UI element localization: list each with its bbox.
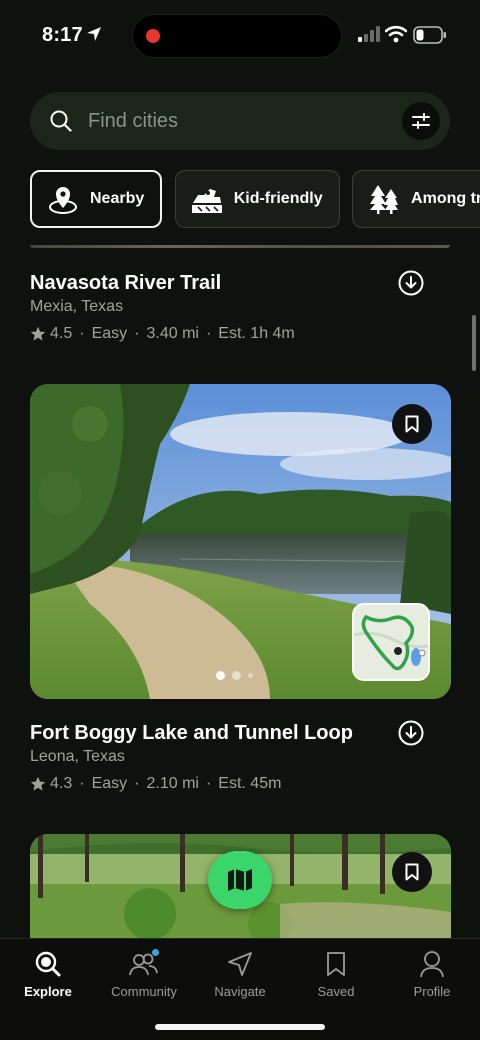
- trail-location: Mexia, Texas: [30, 298, 124, 315]
- tab-profile[interactable]: Profile: [384, 949, 480, 999]
- trail-location: Leona, Texas: [30, 748, 125, 765]
- bookmark-icon: [405, 415, 419, 433]
- map-route-icon: [354, 605, 428, 679]
- trail-stats: 4.5 · Easy · 3.40 mi · Est. 1h 4m: [30, 325, 295, 343]
- download-icon[interactable]: [398, 720, 424, 746]
- map-view-button[interactable]: [208, 851, 272, 909]
- scroll-indicator[interactable]: [472, 315, 476, 371]
- trail-stats: 4.3 · Easy · 2.10 mi · Est. 45m: [30, 775, 281, 793]
- trail-duration: Est. 45m: [218, 775, 282, 792]
- trees-icon: [367, 182, 401, 216]
- chip-among-trees[interactable]: Among tre: [352, 170, 480, 228]
- separator: ·: [79, 775, 85, 792]
- chip-kid-friendly[interactable]: Kid-friendly: [174, 170, 340, 228]
- tab-label: Navigate: [214, 984, 266, 999]
- navigate-icon: [228, 952, 252, 976]
- home-indicator[interactable]: [155, 1024, 325, 1030]
- tab-explore[interactable]: Explore: [0, 949, 96, 999]
- carousel-page-indicator: [216, 671, 260, 680]
- tab-label: Explore: [24, 984, 72, 999]
- tab-label: Profile: [413, 984, 451, 999]
- cellular-signal-icon: [358, 26, 380, 42]
- status-bar: 8:17: [0, 0, 480, 72]
- bookmark-button[interactable]: [392, 404, 432, 444]
- wifi-icon: [385, 25, 407, 43]
- star-icon: [30, 776, 46, 791]
- trail-photo-carousel[interactable]: [30, 384, 451, 699]
- search-icon: [50, 110, 72, 132]
- tab-label: Community: [111, 984, 177, 999]
- tab-saved[interactable]: Saved: [288, 949, 384, 999]
- tab-community[interactable]: Community: [96, 949, 192, 999]
- recording-indicator-icon: [146, 29, 160, 43]
- trail-distance: 3.40 mi: [146, 325, 199, 342]
- previous-card-photo-edge: [30, 245, 450, 248]
- bookmark-icon: [405, 863, 419, 881]
- bookmark-button[interactable]: [392, 852, 432, 892]
- separator: ·: [205, 775, 212, 792]
- trail-rating: 4.3: [50, 775, 73, 792]
- map-icon: [228, 869, 252, 891]
- trail-name[interactable]: Fort Boggy Lake and Tunnel Loop: [30, 722, 353, 745]
- trail-difficulty: Easy: [91, 775, 128, 792]
- chip-label: Kid-friendly: [233, 190, 323, 207]
- separator: ·: [134, 325, 140, 342]
- trail-map-thumbnail[interactable]: [352, 603, 430, 681]
- separator: ·: [134, 775, 140, 792]
- separator: ·: [79, 325, 85, 342]
- separator: ·: [205, 325, 212, 342]
- trail-distance: 2.10 mi: [146, 775, 199, 792]
- chip-label: Nearby: [90, 190, 145, 207]
- stroller-icon: [190, 182, 224, 216]
- tab-label: Saved: [317, 984, 355, 999]
- tab-navigate[interactable]: Navigate: [192, 949, 288, 999]
- status-time: 8:17: [42, 24, 83, 46]
- filter-chips: Nearby Kid-friendly Among tre: [30, 170, 480, 228]
- sliders-icon: [412, 113, 430, 129]
- location-pin-icon: [46, 182, 80, 216]
- location-arrow-icon: [87, 27, 101, 41]
- profile-icon: [420, 951, 444, 978]
- trail-difficulty: Easy: [91, 325, 128, 342]
- star-icon: [30, 326, 46, 341]
- chip-nearby[interactable]: Nearby: [30, 170, 163, 228]
- battery-icon: [413, 26, 446, 44]
- trail-rating: 4.5: [50, 325, 73, 342]
- filter-button[interactable]: [402, 102, 440, 140]
- notification-dot: [152, 949, 159, 956]
- chip-label: Among tre: [411, 190, 480, 207]
- download-icon[interactable]: [398, 270, 424, 296]
- search-bar[interactable]: [30, 92, 450, 150]
- dynamic-island: [132, 14, 342, 58]
- trail-duration: Est. 1h 4m: [218, 325, 295, 342]
- trail-name[interactable]: Navasota River Trail: [30, 272, 221, 295]
- search-input[interactable]: [88, 106, 388, 136]
- explore-search-icon: [35, 951, 61, 977]
- bookmark-icon: [327, 952, 345, 976]
